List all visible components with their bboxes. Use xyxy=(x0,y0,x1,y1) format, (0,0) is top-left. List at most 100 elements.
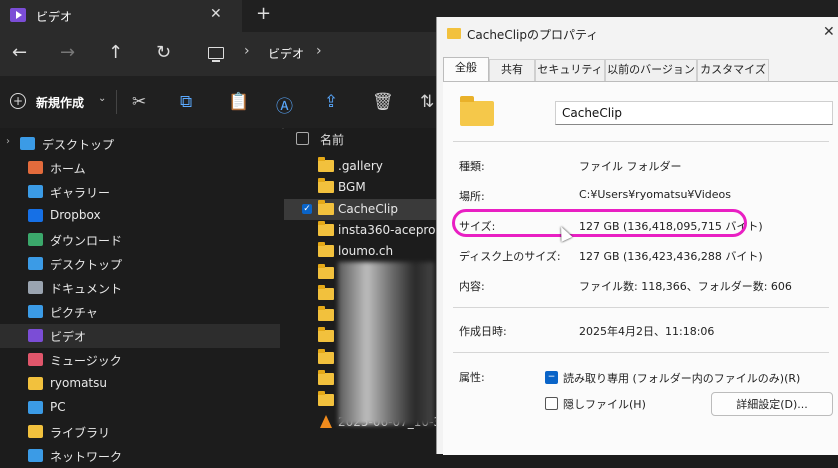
chevron-right-icon: › xyxy=(244,43,250,59)
cut-icon[interactable]: ✂ xyxy=(132,92,146,112)
sidebar-item[interactable]: ホーム xyxy=(0,156,280,180)
sidebar-item[interactable]: Dropbox xyxy=(0,204,280,228)
dialog-tab[interactable]: 以前のバージョン xyxy=(605,59,697,82)
document-icon xyxy=(28,281,43,294)
breadcrumb[interactable]: ビデオ xyxy=(268,45,304,62)
gallery-icon xyxy=(28,185,43,198)
network-icon xyxy=(28,449,43,462)
close-icon[interactable]: ✕ xyxy=(823,24,835,40)
dialog-tab[interactable]: 全般 xyxy=(443,57,489,82)
folder-icon xyxy=(318,306,334,322)
sidebar-item[interactable]: ビデオ xyxy=(0,324,280,348)
attributes-label: 属性: xyxy=(459,371,485,384)
hidden-checkbox[interactable] xyxy=(545,397,558,410)
column-name-header[interactable]: 名前 xyxy=(320,131,344,148)
sidebar-item-label: ネットワーク xyxy=(50,450,123,464)
dialog-tab[interactable]: カスタマイズ xyxy=(697,59,769,82)
file-name: CacheClip xyxy=(338,201,398,216)
chevron-right-icon: › xyxy=(316,43,322,59)
sidebar-item[interactable]: ryomatsu xyxy=(0,372,280,396)
properties-dialog: CacheClipのプロパティ ✕ 全般 共有 セキュリティ 以前のバージョン カスタマ… xyxy=(436,17,838,455)
toolbar-divider xyxy=(116,90,117,114)
folder-icon xyxy=(318,284,334,300)
dialog-tab[interactable]: 共有 xyxy=(489,59,535,82)
readonly-label[interactable]: 読み取り専用 (フォルダー内のファイルのみ)(R) xyxy=(563,370,800,386)
tab-videos[interactable]: ビデオ ✕ xyxy=(0,0,242,32)
file-row[interactable]: loumo.ch xyxy=(284,241,444,262)
sidebar-item[interactable]: ダウンロード xyxy=(0,228,280,252)
folder-icon xyxy=(318,263,334,279)
sidebar-item[interactable]: ドキュメント xyxy=(0,276,280,300)
paste-icon[interactable]: 📋 xyxy=(228,92,249,112)
file-row[interactable]: .gallery xyxy=(284,156,444,177)
advanced-button[interactable]: 詳細設定(D)... xyxy=(711,392,833,416)
address-bar[interactable]: › ビデオ › xyxy=(198,38,438,68)
rename-icon[interactable]: Ⓐ xyxy=(276,92,293,117)
sidebar-item[interactable]: ギャラリー xyxy=(0,180,280,204)
contains-label: 内容: xyxy=(459,280,485,293)
folder-icon xyxy=(318,348,334,364)
sidebar-item-label: デスクトップ xyxy=(50,258,123,272)
select-all-checkbox[interactable] xyxy=(296,132,309,145)
divider xyxy=(453,352,829,353)
delete-icon[interactable]: 🗑 xyxy=(372,92,394,112)
divider xyxy=(453,307,829,308)
chevron-down-icon: ⌄ xyxy=(98,93,107,104)
sidebar-item[interactable]: ライブラリ xyxy=(0,420,280,444)
location-label: 場所: xyxy=(459,190,485,203)
column-header: 名前 xyxy=(284,128,444,150)
divider xyxy=(453,141,829,142)
sidebar-item-label: ミュージック xyxy=(50,354,122,368)
share-icon[interactable]: ⇪ xyxy=(324,92,338,112)
back-arrow-icon[interactable]: ← xyxy=(12,42,27,63)
refresh-icon[interactable]: ↻ xyxy=(156,42,171,63)
new-button-label: 新規作成 xyxy=(36,96,85,110)
sidebar-item[interactable]: デスクトップ xyxy=(0,252,280,276)
pc-icon xyxy=(28,401,43,414)
row-checkbox[interactable]: ✓ xyxy=(302,203,312,214)
file-name: insta360-acepro2 xyxy=(338,222,444,237)
file-row[interactable]: insta360-acepro2 xyxy=(284,220,444,241)
sidebar-item[interactable]: › デスクトップ xyxy=(0,132,280,156)
chevron-right-icon[interactable]: › xyxy=(6,136,10,147)
vlc-icon xyxy=(320,414,332,428)
sidebar-item[interactable]: ミュージック xyxy=(0,348,280,372)
new-tab-button[interactable]: + xyxy=(256,3,271,24)
sidebar-item-label: ダウンロード xyxy=(50,234,123,248)
size-on-disk-value: 127 GB (136,423,436,288 バイト) xyxy=(579,250,763,263)
sidebar-item-label: ライブラリ xyxy=(50,426,111,440)
tab-title: ビデオ xyxy=(36,10,73,24)
created-value: 2025年4月2日、11:18:06 xyxy=(579,325,715,338)
video-icon xyxy=(28,329,43,342)
sidebar-item[interactable]: ピクチャ xyxy=(0,300,280,324)
sidebar-item-label: ギャラリー xyxy=(50,186,111,200)
copy-icon[interactable]: ⧉ xyxy=(180,92,192,112)
readonly-checkbox[interactable]: − xyxy=(545,371,558,384)
dropbox-icon xyxy=(28,209,43,222)
sidebar-item-label: ryomatsu xyxy=(50,376,107,390)
dialog-tabs: 全般 共有 セキュリティ 以前のバージョン カスタマイズ xyxy=(443,57,838,82)
contains-value: ファイル数: 118,366、フォルダー数: 606 xyxy=(579,280,792,293)
folder-icon xyxy=(318,242,334,258)
sidebar-item[interactable]: ネットワーク xyxy=(0,444,280,468)
sidebar-item-label: Dropbox xyxy=(50,208,101,222)
forward-arrow-icon[interactable]: → xyxy=(60,42,75,63)
download-icon xyxy=(28,233,43,246)
sidebar-item-label: デスクトップ xyxy=(42,138,115,152)
blurred-thumbnail xyxy=(338,262,434,425)
dialog-tab[interactable]: セキュリティ xyxy=(535,59,605,82)
folder-icon xyxy=(318,157,334,172)
close-icon[interactable]: ✕ xyxy=(210,6,222,22)
sort-icon[interactable]: ⇅ xyxy=(420,92,434,112)
sidebar-item-label: ホーム xyxy=(50,162,86,176)
file-row[interactable]: BGM xyxy=(284,177,444,198)
hidden-label[interactable]: 隠しファイル(H) xyxy=(563,396,646,412)
music-icon xyxy=(28,353,43,366)
folder-name-input[interactable] xyxy=(555,101,833,125)
sidebar-item[interactable]: PC xyxy=(0,396,280,420)
size-highlight-annotation xyxy=(452,209,747,237)
type-label: 種類: xyxy=(459,160,485,173)
folder-icon xyxy=(318,178,334,194)
up-arrow-icon[interactable]: ↑ xyxy=(108,42,123,63)
file-row[interactable]: ✓ CacheClip xyxy=(284,198,444,220)
